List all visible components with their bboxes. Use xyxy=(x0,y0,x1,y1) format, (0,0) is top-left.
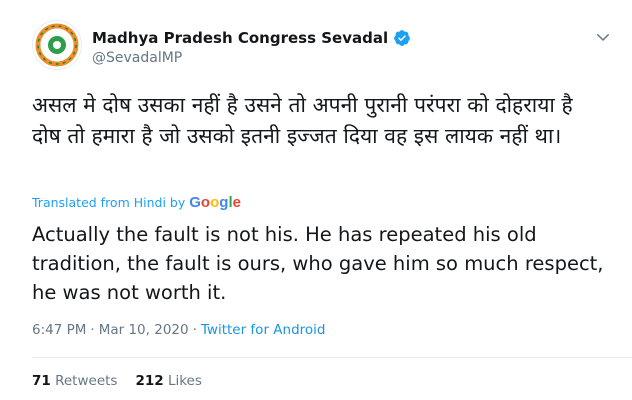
meta-separator: · xyxy=(90,322,95,338)
translation-attribution[interactable]: Translated from Hindi by Google xyxy=(32,193,241,211)
translated-text: Actually the fault is not his. He has re… xyxy=(32,223,604,304)
sevadal-logo-icon xyxy=(33,21,81,69)
retweets-stat[interactable]: 71 Retweets xyxy=(32,373,117,389)
author-name-row[interactable]: Madhya Pradesh Congress Sevadal xyxy=(92,28,411,48)
display-name[interactable]: Madhya Pradesh Congress Sevadal xyxy=(92,29,388,47)
likes-label: Likes xyxy=(167,373,202,389)
tweet-meta: 6:47 PM · Mar 10, 2020 · Twitter for And… xyxy=(32,322,325,338)
retweets-count: 71 xyxy=(32,373,51,389)
tweet-card: Madhya Pradesh Congress Sevadal @Sevadal… xyxy=(0,0,632,400)
tweet-text: असल मे दोष उसका नहीं है उसने तो अपनी पुर… xyxy=(32,93,573,148)
meta-separator: · xyxy=(192,322,197,338)
tweet-time[interactable]: 6:47 PM xyxy=(32,322,86,338)
engagement-stats: 71 Retweets 212 Likes xyxy=(32,373,202,389)
user-handle[interactable]: @SevadalMP xyxy=(92,50,182,66)
verified-badge-icon xyxy=(394,30,410,46)
divider xyxy=(32,357,632,358)
tweet-source-link[interactable]: Twitter for Android xyxy=(201,322,326,338)
translated-from-label: Translated from Hindi by xyxy=(32,194,186,210)
google-logo: Google xyxy=(189,194,241,211)
likes-count: 212 xyxy=(135,373,164,389)
retweets-label: Retweets xyxy=(55,373,118,389)
avatar[interactable] xyxy=(32,20,82,70)
chevron-down-icon[interactable] xyxy=(594,28,612,46)
tweet-date[interactable]: Mar 10, 2020 xyxy=(99,322,189,338)
likes-stat[interactable]: 212 Likes xyxy=(135,373,201,389)
